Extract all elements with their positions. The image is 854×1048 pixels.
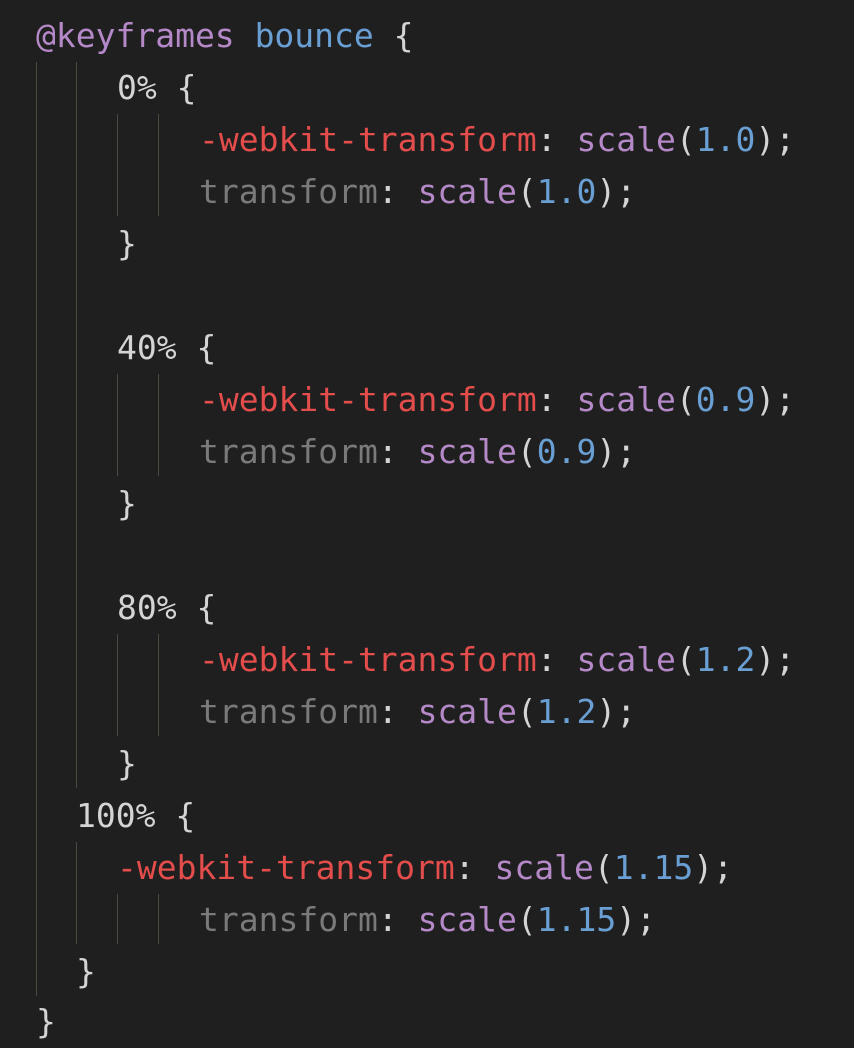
indent-guide bbox=[158, 374, 159, 476]
indent-guide bbox=[158, 114, 159, 216]
code-line-declaration[interactable]: transform: scale(1.15); bbox=[199, 894, 656, 946]
close-brace: } bbox=[117, 484, 137, 523]
at-rule-keyword: @keyframes bbox=[36, 16, 235, 55]
open-paren: ( bbox=[516, 172, 537, 211]
code-line-declaration[interactable]: -webkit-transform: scale(1.15); bbox=[117, 842, 733, 894]
code-line-close-brace[interactable]: } bbox=[117, 478, 137, 530]
indent-guide bbox=[117, 374, 118, 476]
indent-guide bbox=[117, 894, 118, 944]
code-line-keyframes-header[interactable]: @keyframes bounce { bbox=[36, 10, 414, 62]
colon: : bbox=[454, 848, 475, 887]
code-line-declaration[interactable]: -webkit-transform: scale(0.9); bbox=[199, 374, 795, 426]
open-paren: ( bbox=[516, 432, 537, 471]
close-brace: } bbox=[36, 1002, 56, 1041]
close-paren-semicolon: ); bbox=[755, 380, 796, 419]
number-value: 1.15 bbox=[613, 848, 694, 887]
code-line-declaration[interactable]: transform: scale(1.0); bbox=[199, 166, 636, 218]
function-name: scale bbox=[417, 692, 517, 731]
colon: : bbox=[536, 120, 557, 159]
number-value: 1.15 bbox=[536, 900, 617, 939]
animation-name: bounce bbox=[254, 16, 374, 55]
number-value: 1.0 bbox=[695, 120, 756, 159]
keyframe-selector: 100% bbox=[76, 796, 156, 835]
colon: : bbox=[377, 432, 398, 471]
indent-guide bbox=[117, 634, 118, 736]
function-name: scale bbox=[576, 380, 676, 419]
property-name: -webkit-transform bbox=[117, 848, 455, 887]
close-brace: } bbox=[117, 224, 137, 263]
number-value: 1.2 bbox=[695, 640, 756, 679]
close-brace: } bbox=[76, 952, 96, 991]
code-line-close-brace[interactable]: } bbox=[36, 996, 56, 1048]
code-line-close-brace[interactable]: } bbox=[76, 946, 96, 998]
code-line-close-brace[interactable]: } bbox=[117, 218, 137, 270]
function-name: scale bbox=[494, 848, 594, 887]
function-name: scale bbox=[576, 640, 676, 679]
property-name: -webkit-transform bbox=[199, 120, 537, 159]
open-paren: ( bbox=[675, 640, 696, 679]
keyframe-selector: 40% bbox=[117, 328, 177, 367]
close-paren-semicolon: ); bbox=[755, 640, 796, 679]
open-brace: { bbox=[175, 796, 196, 835]
open-paren: ( bbox=[516, 900, 537, 939]
close-paren-semicolon: ); bbox=[596, 172, 637, 211]
open-brace: { bbox=[196, 588, 217, 627]
number-value: 1.0 bbox=[536, 172, 597, 211]
open-brace: { bbox=[393, 16, 414, 55]
colon: : bbox=[377, 900, 398, 939]
property-name: -webkit-transform bbox=[199, 380, 537, 419]
property-name: -webkit-transform bbox=[199, 640, 537, 679]
colon: : bbox=[377, 692, 398, 731]
property-name: transform bbox=[199, 900, 378, 939]
property-name: transform bbox=[199, 432, 378, 471]
indent-guide bbox=[76, 842, 77, 944]
function-name: scale bbox=[576, 120, 676, 159]
indent-guide bbox=[158, 894, 159, 944]
property-name: transform bbox=[199, 172, 378, 211]
open-paren: ( bbox=[516, 692, 537, 731]
code-line-keyframe-selector[interactable]: 100% { bbox=[76, 790, 195, 842]
close-brace: } bbox=[117, 744, 137, 783]
close-paren-semicolon: ); bbox=[755, 120, 796, 159]
close-paren-semicolon: ); bbox=[693, 848, 733, 887]
number-value: 0.9 bbox=[695, 380, 756, 419]
indent-guide bbox=[158, 634, 159, 736]
number-value: 1.2 bbox=[536, 692, 597, 731]
function-name: scale bbox=[417, 900, 517, 939]
open-paren: ( bbox=[593, 848, 614, 887]
code-editor[interactable]: @keyframes bounce { 0% { -webkit-transfo… bbox=[0, 0, 854, 1048]
property-name: transform bbox=[199, 692, 378, 731]
code-line-declaration[interactable]: transform: scale(0.9); bbox=[199, 426, 636, 478]
code-line-keyframe-selector[interactable]: 0% { bbox=[117, 62, 197, 114]
open-brace: { bbox=[176, 68, 197, 107]
open-paren: ( bbox=[675, 380, 696, 419]
keyframe-selector: 80% bbox=[117, 588, 177, 627]
keyframe-selector: 0% bbox=[117, 68, 157, 107]
indent-guide bbox=[117, 114, 118, 216]
colon: : bbox=[377, 172, 398, 211]
close-paren-semicolon: ); bbox=[596, 692, 637, 731]
code-line-close-brace[interactable]: } bbox=[117, 738, 137, 790]
colon: : bbox=[536, 380, 557, 419]
function-name: scale bbox=[417, 432, 517, 471]
open-brace: { bbox=[196, 328, 217, 367]
code-line-keyframe-selector[interactable]: 80% { bbox=[117, 582, 216, 634]
code-line-keyframe-selector[interactable]: 40% { bbox=[117, 322, 216, 374]
code-line-declaration[interactable]: -webkit-transform: scale(1.2); bbox=[199, 634, 795, 686]
close-paren-semicolon: ); bbox=[616, 900, 657, 939]
code-line-declaration[interactable]: -webkit-transform: scale(1.0); bbox=[199, 114, 795, 166]
indent-guide bbox=[36, 62, 37, 996]
indent-guide bbox=[76, 62, 77, 788]
number-value: 0.9 bbox=[536, 432, 597, 471]
code-line-declaration[interactable]: transform: scale(1.2); bbox=[199, 686, 636, 738]
close-paren-semicolon: ); bbox=[596, 432, 637, 471]
open-paren: ( bbox=[675, 120, 696, 159]
function-name: scale bbox=[417, 172, 517, 211]
colon: : bbox=[536, 640, 557, 679]
